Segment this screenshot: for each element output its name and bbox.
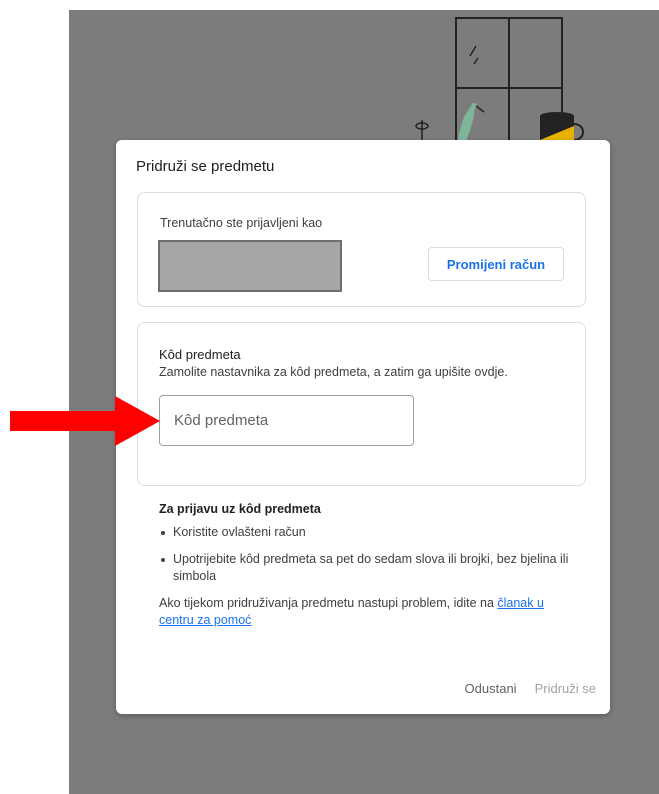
info-bullet-account: Koristite ovlašteni račun [159, 524, 579, 541]
cancel-button[interactable]: Odustani [465, 681, 517, 696]
info-title: Za prijavu uz kôd predmeta [159, 502, 321, 516]
signed-in-label: Trenutačno ste prijavljeni kao [160, 216, 323, 230]
class-code-card: Kôd predmeta Zamolite nastavnika za kôd … [137, 322, 586, 486]
join-class-dialog: Pridruži se predmetu Trenutačno ste prij… [116, 140, 610, 714]
join-button[interactable]: Pridruži se [535, 681, 596, 696]
info-bullet-list: Koristite ovlašteni račun Upotrijebite k… [159, 524, 579, 585]
class-code-help-text: Zamolite nastavnika za kôd predmeta, a z… [159, 365, 508, 379]
dialog-actions: Odustani Pridruži se [465, 681, 596, 696]
problem-text: Ako tijekom pridruživanja predmetu nastu… [159, 595, 579, 629]
info-bullet-code-format: Upotrijebite kôd predmeta sa pet do seda… [159, 551, 579, 585]
class-code-input[interactable] [159, 395, 414, 446]
problem-text-body: Ako tijekom pridruživanja predmetu nastu… [159, 596, 498, 610]
red-arrow-annotation-icon [10, 396, 160, 446]
switch-account-button[interactable]: Promijeni račun [428, 247, 564, 281]
screenshot-stage: Pridruži se predmetu Trenutačno ste prij… [0, 0, 659, 794]
redacted-account-info [158, 240, 342, 292]
dialog-title: Pridruži se predmetu [136, 158, 275, 175]
join-info-section: Za prijavu uz kôd predmeta Koristite ovl… [159, 502, 579, 629]
classroom-illustration [415, 17, 584, 146]
account-card: Trenutačno ste prijavljeni kao Promijeni… [137, 192, 586, 307]
class-code-heading: Kôd predmeta [159, 347, 241, 362]
